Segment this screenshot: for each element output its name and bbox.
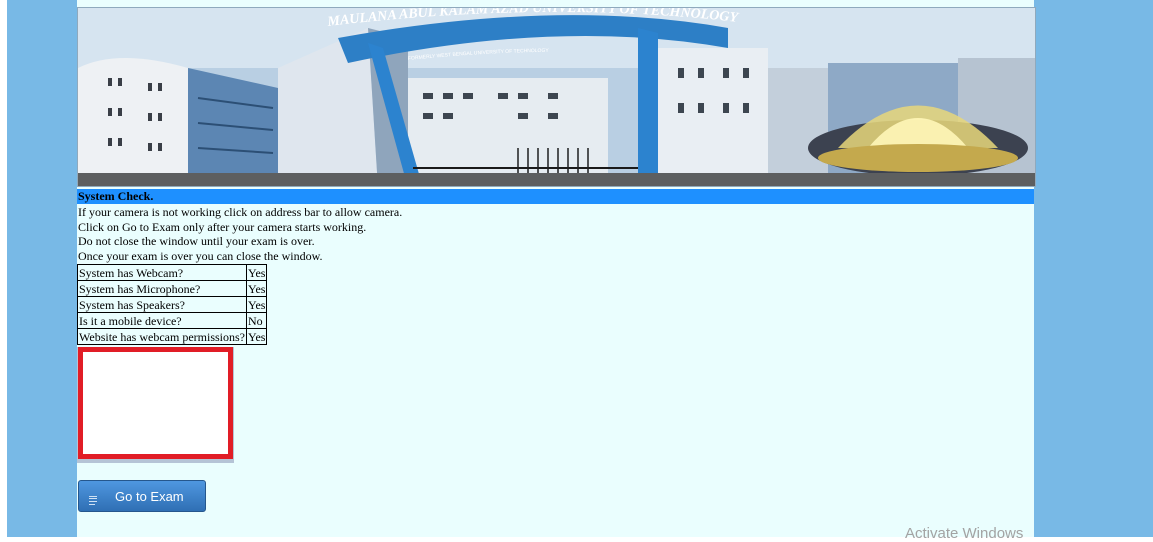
webcam-preview <box>78 347 233 459</box>
check-value: No <box>245 312 268 329</box>
table-row: System has Webcam? Yes <box>77 264 268 281</box>
activate-windows-watermark: Activate Windows <box>905 525 1024 542</box>
system-check-table: System has Webcam? Yes System has Microp… <box>77 264 268 345</box>
instructions: If your camera is not working click on a… <box>78 205 402 263</box>
check-value: Yes <box>245 328 268 345</box>
check-label: System has Speakers? <box>77 296 247 313</box>
svg-text:FORMERLY WEST BENGAL UNIVERSIT: FORMERLY WEST BENGAL UNIVERSITY OF TECHN… <box>408 48 550 62</box>
table-row: Website has webcam permissions? Yes <box>77 328 268 345</box>
instruction-line: Do not close the window until your exam … <box>78 234 315 248</box>
instruction-line: Once your exam is over you can close the… <box>78 248 323 263</box>
webcam-preview-area <box>77 347 234 463</box>
check-value: Yes <box>245 264 268 281</box>
go-to-exam-button[interactable]: Go to Exam <box>78 480 206 512</box>
go-to-exam-label: Go to Exam <box>115 488 184 504</box>
table-row: Is it a mobile device? No <box>77 312 268 329</box>
instruction-line: If your camera is not working click on a… <box>78 205 403 219</box>
menu-lines-icon <box>79 494 107 505</box>
browser-viewport: MAULANA ABUL KALAM AZAD UNIVERSITY OF TE… <box>7 0 1153 537</box>
check-label: System has Microphone? <box>77 280 247 297</box>
table-row: System has Microphone? Yes <box>77 280 268 297</box>
table-row: System has Speakers? Yes <box>77 296 268 313</box>
institution-name: MAULANA ABUL KALAM AZAD UNIVERSITY OF TE… <box>326 8 740 30</box>
svg-text:MAULANA ABUL KALAM AZAD UNIVER: MAULANA ABUL KALAM AZAD UNIVERSITY OF TE… <box>326 8 740 30</box>
system-check-heading: System Check. <box>77 189 1034 204</box>
check-label: Is it a mobile device? <box>77 312 247 329</box>
institution-subtitle: FORMERLY WEST BENGAL UNIVERSITY OF TECHN… <box>408 48 550 62</box>
check-value: Yes <box>245 296 268 313</box>
banner-title-arc: MAULANA ABUL KALAM AZAD UNIVERSITY OF TE… <box>326 8 740 62</box>
desktop: MAULANA ABUL KALAM AZAD UNIVERSITY OF TE… <box>0 0 1153 542</box>
university-banner: MAULANA ABUL KALAM AZAD UNIVERSITY OF TE… <box>77 7 1036 187</box>
check-label: System has Webcam? <box>77 264 247 281</box>
check-value: Yes <box>245 280 268 297</box>
instruction-line: Click on Go to Exam only after your came… <box>78 219 367 234</box>
check-label: Website has webcam permissions? <box>77 328 247 345</box>
exam-page: MAULANA ABUL KALAM AZAD UNIVERSITY OF TE… <box>77 0 1036 537</box>
